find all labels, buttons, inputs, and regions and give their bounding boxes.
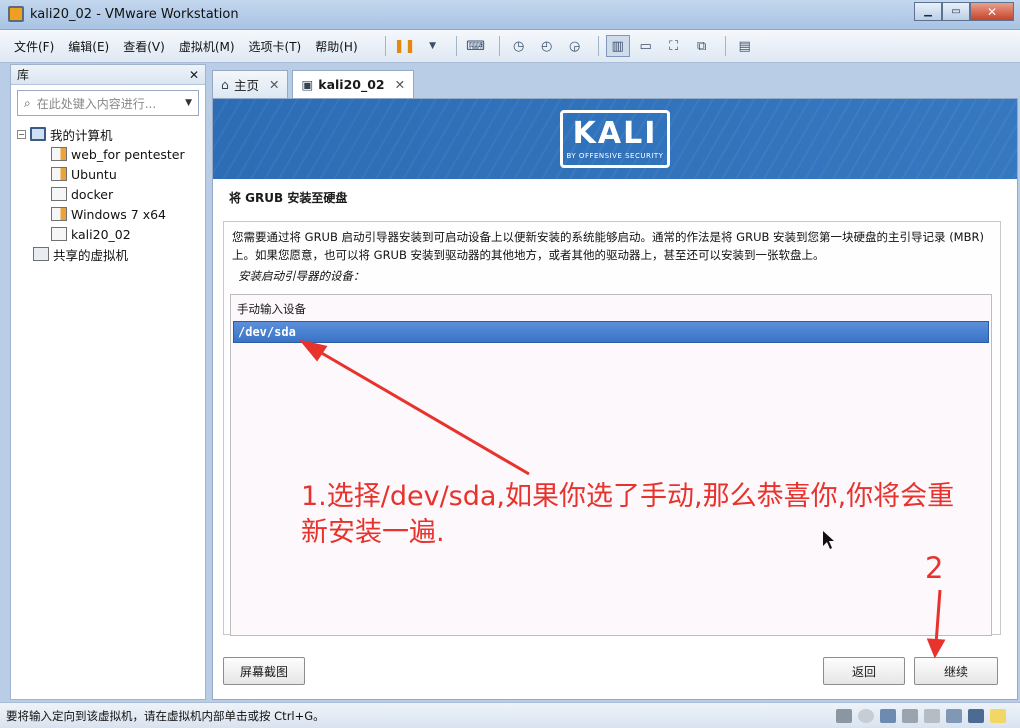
kali-banner: KALI BY OFFENSIVE SECURITY xyxy=(213,99,1017,179)
collapse-icon[interactable]: − xyxy=(17,129,26,139)
console-view-icon[interactable]: ▤ xyxy=(733,35,757,57)
sound-icon[interactable] xyxy=(946,708,962,723)
network-icon[interactable] xyxy=(880,708,896,723)
tree-item-vm[interactable]: Windows 7 x64 xyxy=(11,204,205,224)
pause-icon[interactable]: ❚❚ xyxy=(393,35,417,57)
arrow-head xyxy=(926,638,946,659)
search-placeholder: 在此处键入内容进行... xyxy=(36,96,157,111)
grub-description: 您需要通过将 GRUB 启动引导器安装到可启动设备上以便新安装的系统能够启动。通… xyxy=(232,230,984,262)
computer-icon xyxy=(30,127,46,141)
vm-icon xyxy=(51,207,67,221)
tree-item-vm[interactable]: Ubuntu xyxy=(11,164,205,184)
menu-edit[interactable]: 编辑(E) xyxy=(68,38,109,55)
annotation-line: 新安装一遍. xyxy=(301,517,445,548)
continue-button[interactable]: 继续 xyxy=(914,657,998,685)
show-library-icon[interactable]: ▥ xyxy=(605,35,630,57)
tree-item-vm[interactable]: docker xyxy=(11,184,205,204)
annotation-step1: 1.选择/dev/sda,如果你选了手动,那么恭喜你,你将会重 新安装一遍. xyxy=(301,479,954,551)
maximize-button[interactable]: ▭ xyxy=(942,2,970,21)
tree-label: 我的计算机 xyxy=(50,127,113,143)
vm-tree: − 我的计算机 web_for pentester Ubuntu docker … xyxy=(11,124,205,264)
snapshot-manager-icon[interactable]: ◶ xyxy=(563,35,587,57)
close-tab-icon[interactable]: ✕ xyxy=(395,77,405,92)
vmware-app-icon xyxy=(8,6,24,22)
vm-icon xyxy=(51,187,67,201)
tree-item-my-computer[interactable]: − 我的计算机 xyxy=(11,124,205,144)
close-tab-icon[interactable]: ✕ xyxy=(269,77,279,92)
status-text: 要将输入定向到该虚拟机，请在虚拟机内部单击或按 Ctrl+G。 xyxy=(6,708,325,723)
cd-icon[interactable] xyxy=(858,708,874,723)
search-icon: ⌕ xyxy=(24,95,31,110)
vm-icon xyxy=(51,147,67,161)
tab-home[interactable]: ⌂ 主页 ✕ xyxy=(212,70,289,98)
tree-label: web_for pentester xyxy=(71,146,185,162)
menu-tabs[interactable]: 选项卡(T) xyxy=(249,38,302,55)
snapshot-icon[interactable]: ◷ xyxy=(507,35,531,57)
revert-snapshot-icon[interactable]: ◴ xyxy=(535,35,559,57)
menu-vm[interactable]: 虚拟机(M) xyxy=(179,38,235,55)
close-library-icon[interactable]: ✕ xyxy=(189,68,199,82)
device-list: 手动输入设备 /dev/sda xyxy=(230,294,992,636)
message-icon[interactable] xyxy=(990,708,1006,723)
home-icon: ⌂ xyxy=(221,77,229,92)
library-title: 库 xyxy=(17,68,30,82)
menu-help[interactable]: 帮助(H) xyxy=(315,38,357,55)
send-keys-icon[interactable]: ⌨ xyxy=(464,35,488,57)
tree-label: Ubuntu xyxy=(71,166,117,182)
tree-item-vm[interactable]: web_for pentester xyxy=(11,144,205,164)
tree-label: 共享的虚拟机 xyxy=(53,247,129,263)
tree-item-vm[interactable]: kali20_02 xyxy=(11,224,205,244)
menu-file[interactable]: 文件(F) xyxy=(14,38,54,55)
hard-disk-icon[interactable] xyxy=(836,708,852,723)
display-icon[interactable] xyxy=(968,708,984,723)
list-item-manual-entry[interactable]: 手动输入设备 xyxy=(231,295,991,321)
title-bar: kali20_02 - VMware Workstation ▁ ▭ ✕ xyxy=(0,0,1020,30)
minimize-button[interactable]: ▁ xyxy=(914,2,942,21)
status-bar: 要将输入定向到该虚拟机，请在虚拟机内部单击或按 Ctrl+G。 xyxy=(0,702,1020,728)
tree-label: docker xyxy=(71,186,114,202)
tree-item-shared-vms[interactable]: 共享的虚拟机 xyxy=(11,244,205,264)
usb-icon[interactable] xyxy=(902,708,918,723)
kali-logo: KALI BY OFFENSIVE SECURITY xyxy=(560,110,670,168)
chevron-down-icon[interactable]: ▼ xyxy=(185,98,192,108)
kali-logo-subtitle: BY OFFENSIVE SECURITY xyxy=(566,152,664,160)
screenshot-button[interactable]: 屏幕截图 xyxy=(223,657,305,685)
library-panel: 库 ✕ ⌕ 在此处键入内容进行... ▼ − 我的计算机 web_for pen… xyxy=(10,64,206,700)
thumbnail-bar-icon[interactable]: ▭ xyxy=(634,35,658,57)
window-title: kali20_02 - VMware Workstation xyxy=(30,7,239,22)
tab-label: 主页 xyxy=(233,78,259,93)
tab-kali20-02[interactable]: ▣ kali20_02 ✕ xyxy=(292,70,415,98)
annotation-step2: 2 xyxy=(925,551,944,585)
tree-label: Windows 7 x64 xyxy=(71,206,167,222)
shared-vm-icon xyxy=(33,247,49,261)
vm-tabs: ⌂ 主页 ✕ ▣ kali20_02 ✕ xyxy=(212,70,418,98)
tab-label: kali20_02 xyxy=(318,77,385,92)
device-tray xyxy=(830,708,1020,723)
menu-view[interactable]: 查看(V) xyxy=(123,38,165,55)
kali-logo-text: KALI xyxy=(572,116,658,151)
device-prompt: 安装启动引导器的设备： xyxy=(238,269,365,283)
menu-bar: 文件(F) 编辑(E) 查看(V) 虚拟机(M) 选项卡(T) 帮助(H) ❚❚… xyxy=(0,30,1020,63)
page-title: 将 GRUB 安装至硬盘 xyxy=(229,191,348,205)
grub-panel: 您需要通过将 GRUB 启动引导器安装到可启动设备上以便新安装的系统能够启动。通… xyxy=(223,221,1001,636)
vm-running-icon xyxy=(51,227,67,241)
printer-icon[interactable] xyxy=(924,708,940,723)
fullscreen-icon[interactable]: ⛶ xyxy=(662,35,686,57)
chevron-down-icon[interactable]: ▼ xyxy=(421,35,445,57)
tree-label: kali20_02 xyxy=(71,226,131,242)
annotation-line: 1.选择/dev/sda,如果你选了手动,那么恭喜你,你将会重 xyxy=(301,481,955,512)
guest-screen[interactable]: KALI BY OFFENSIVE SECURITY 将 GRUB 安装至硬盘 … xyxy=(212,98,1018,700)
vm-icon: ▣ xyxy=(301,77,314,92)
unity-icon[interactable]: ⧉ xyxy=(690,35,714,57)
close-window-button[interactable]: ✕ xyxy=(970,2,1014,21)
library-search-input[interactable]: ⌕ 在此处键入内容进行... ▼ xyxy=(17,90,199,116)
list-item-dev-sda[interactable]: /dev/sda xyxy=(233,321,989,343)
vm-icon xyxy=(51,167,67,181)
back-button[interactable]: 返回 xyxy=(823,657,905,685)
